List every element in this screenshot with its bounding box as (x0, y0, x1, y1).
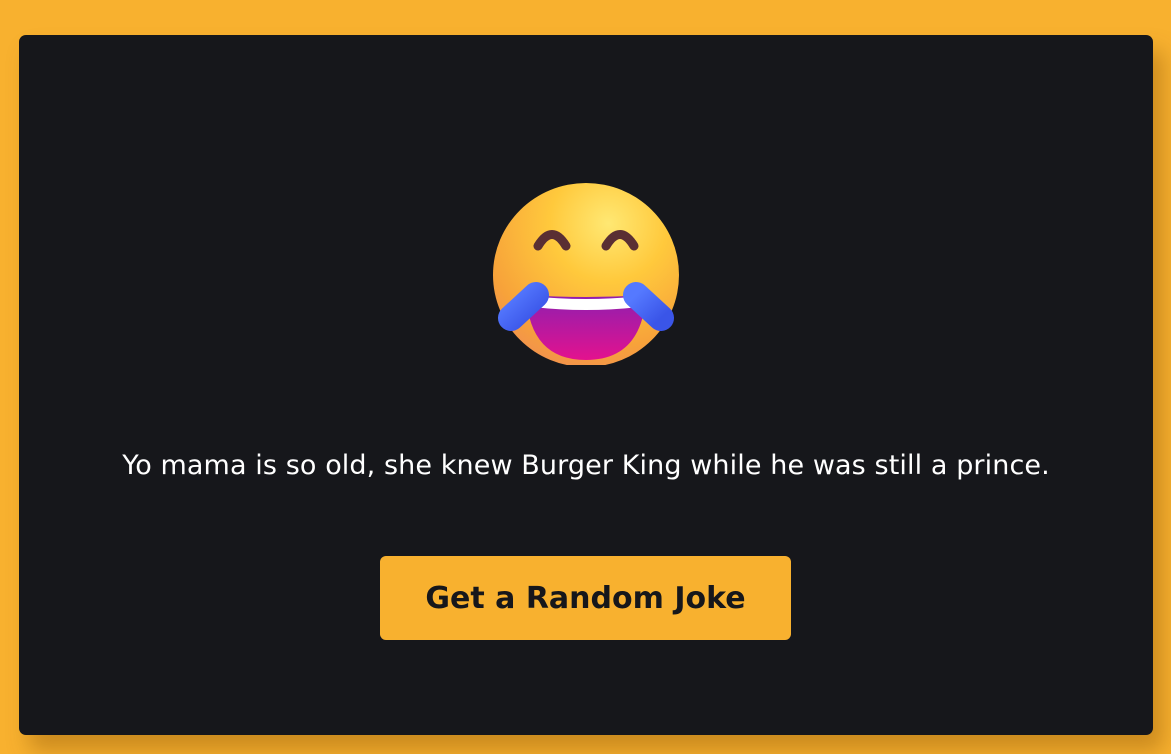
joke-text: Yo mama is so old, she knew Burger King … (122, 450, 1050, 481)
page: Yo mama is so old, she knew Burger King … (0, 0, 1171, 754)
face-with-tears-of-joy-icon (486, 175, 686, 365)
joke-card: Yo mama is so old, she knew Burger King … (19, 35, 1153, 735)
get-random-joke-button[interactable]: Get a Random Joke (380, 556, 791, 640)
